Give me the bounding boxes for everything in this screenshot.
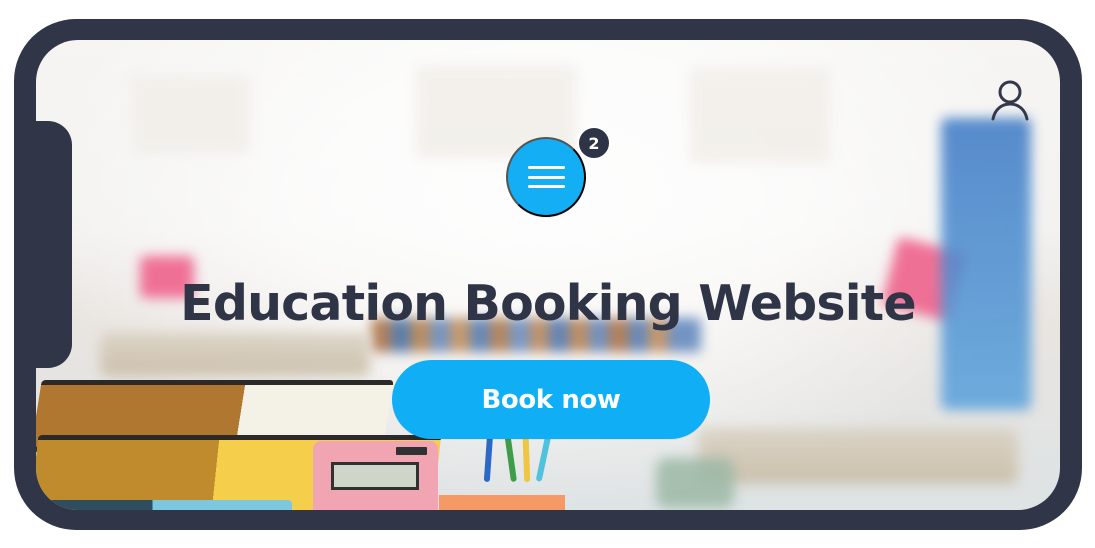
hero-content: 2 Education Booking Website Book now <box>36 40 1060 510</box>
hamburger-line-bottom <box>527 185 565 188</box>
hamburger-line-top <box>527 166 565 169</box>
user-icon[interactable] <box>986 77 1034 125</box>
website-screen: 2 Education Booking Website Book now <box>36 40 1060 510</box>
hamburger-line-middle <box>527 175 565 179</box>
phone-frame: 2 Education Booking Website Book now <box>14 19 1082 530</box>
book-now-button[interactable]: Book now <box>392 360 710 439</box>
hamburger-menu-icon <box>527 166 565 188</box>
menu-notification-badge: 2 <box>577 126 611 160</box>
menu-button[interactable] <box>506 137 586 217</box>
page-title: Education Booking Website <box>180 274 916 332</box>
phone-notch <box>14 121 72 368</box>
